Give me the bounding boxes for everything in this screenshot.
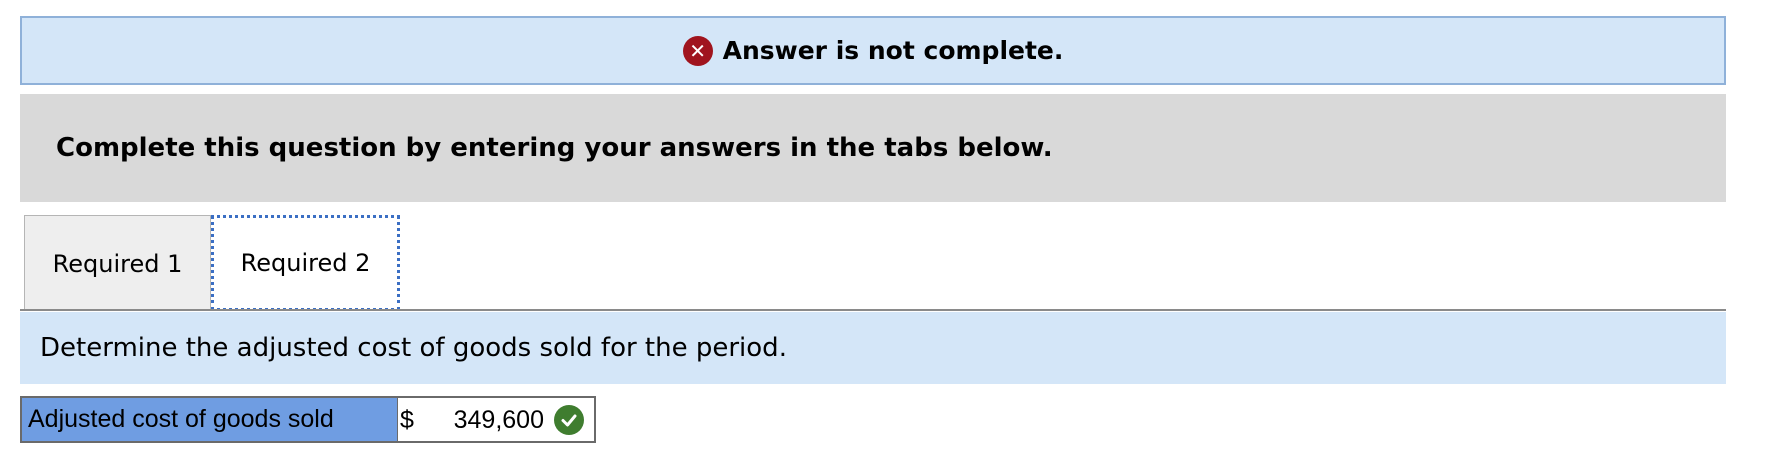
answer-value: 349,600 — [453, 406, 544, 434]
feedback-banner: ✕ Answer is not complete. — [20, 16, 1726, 85]
check-circle-icon — [554, 405, 584, 435]
answer-label: Adjusted cost of goods sold — [20, 396, 398, 443]
instructions-panel: Complete this question by entering your … — [20, 94, 1726, 202]
tab-required-2[interactable]: Required 2 — [211, 215, 400, 311]
answer-row: Adjusted cost of goods sold $ 349,600 — [20, 396, 596, 443]
feedback-message: Answer is not complete. — [722, 36, 1064, 65]
x-circle-icon: ✕ — [682, 35, 713, 66]
tab-divider — [20, 309, 1726, 311]
question-prompt: Determine the adjusted cost of goods sol… — [20, 312, 1726, 384]
answer-input[interactable]: $ 349,600 — [398, 396, 596, 443]
tab-required-1[interactable]: Required 1 — [24, 215, 211, 311]
instructions-text: Complete this question by entering your … — [56, 133, 1053, 163]
question-text: Determine the adjusted cost of goods sol… — [40, 333, 787, 363]
currency-symbol: $ — [400, 406, 414, 434]
tab-label: Required 1 — [52, 249, 183, 278]
tab-label: Required 2 — [240, 249, 371, 277]
